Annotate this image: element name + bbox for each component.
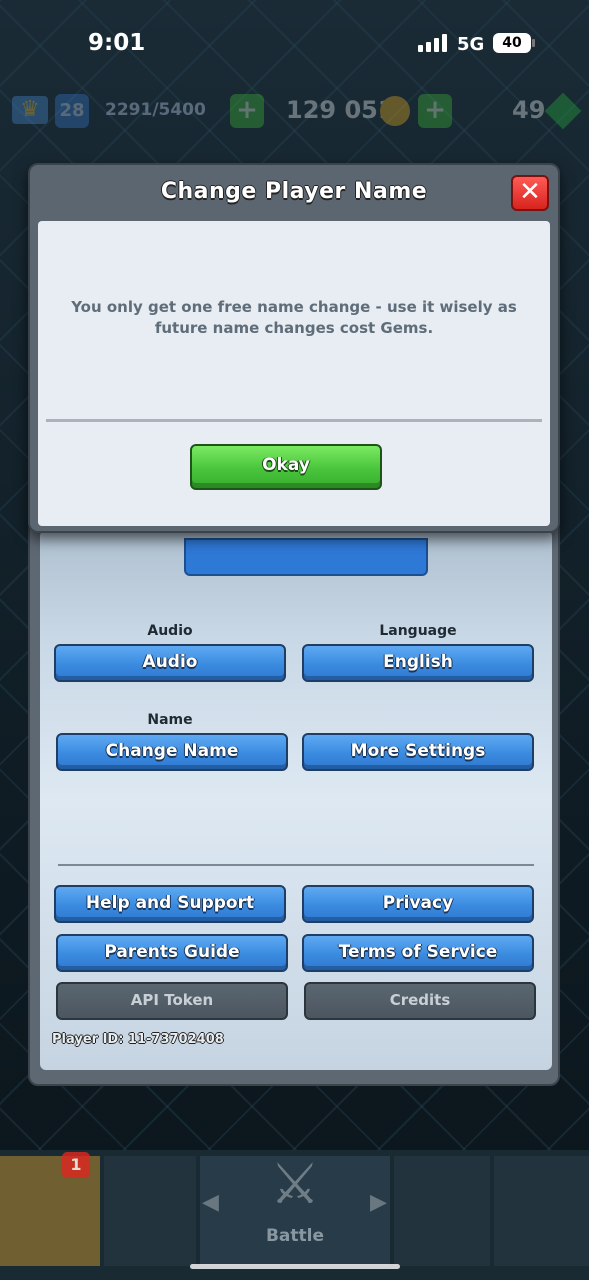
language-label: Language [379,623,457,639]
arrow-left-icon[interactable]: ◀ [202,1190,219,1215]
settings-panel-body: Audio Audio Language English Name Change… [40,530,552,1070]
home-indicator[interactable] [190,1264,400,1269]
audio-label: Audio [147,623,193,639]
okay-button[interactable]: Okay [190,444,382,490]
settings-tab[interactable] [184,538,428,576]
status-bar: 9:01 5G 40 [0,0,589,86]
api-token-button[interactable]: API Token [56,982,288,1020]
dialog-divider [46,419,542,422]
crown-icon: ♛ [12,96,48,124]
notification-badge: 1 [62,1152,90,1178]
gem-icon [544,92,582,130]
settings-divider [58,864,534,866]
credits-button[interactable]: Credits [304,982,536,1020]
battle-label: Battle [265,1226,325,1246]
change-name-button[interactable]: Change Name [56,733,288,771]
crossed-swords-icon: ⚔ [269,1152,321,1217]
clock: 9:01 [88,30,146,56]
close-button[interactable]: ✕ [511,175,549,211]
dialog-title: Change Player Name [160,179,428,204]
nav-events-tab[interactable] [494,1156,589,1266]
arrow-right-icon[interactable]: ▶ [370,1190,387,1215]
help-support-button[interactable]: Help and Support [54,885,286,923]
add-xp-button[interactable]: + [230,94,264,128]
name-label: Name [147,712,193,728]
player-id: Player ID: 11-73702408 [52,1032,224,1047]
network-type: 5G [457,34,485,55]
dialog-message: You only get one free name change - use … [71,298,517,337]
signal-icon [418,34,447,52]
dialog-body: You only get one free name change - use … [38,221,550,526]
gold-coin-icon [380,96,410,126]
resource-bar: ♛ 28 2291/5400 + 129 051 + 49 [0,88,589,138]
privacy-button[interactable]: Privacy [302,885,534,923]
xp-counter: 2291/5400 [105,100,206,120]
nav-cards-tab[interactable] [104,1156,196,1266]
terms-of-service-button[interactable]: Terms of Service [302,934,534,972]
settings-panel: Audio Audio Language English Name Change… [28,520,560,1086]
parents-guide-button[interactable]: Parents Guide [56,934,288,972]
gems-counter: 49 [512,96,546,124]
language-button[interactable]: English [302,644,534,682]
level-badge: 28 [55,94,89,128]
gold-counter: 129 051 [286,96,395,124]
add-gold-button[interactable]: + [418,94,452,128]
nav-clan-tab[interactable] [394,1156,490,1266]
battery-icon: 40 [493,33,535,53]
more-settings-button[interactable]: More Settings [302,733,534,771]
close-icon: ✕ [519,177,541,207]
audio-button[interactable]: Audio [54,644,286,682]
change-name-dialog: Change Player Name ✕ You only get one fr… [28,163,560,533]
